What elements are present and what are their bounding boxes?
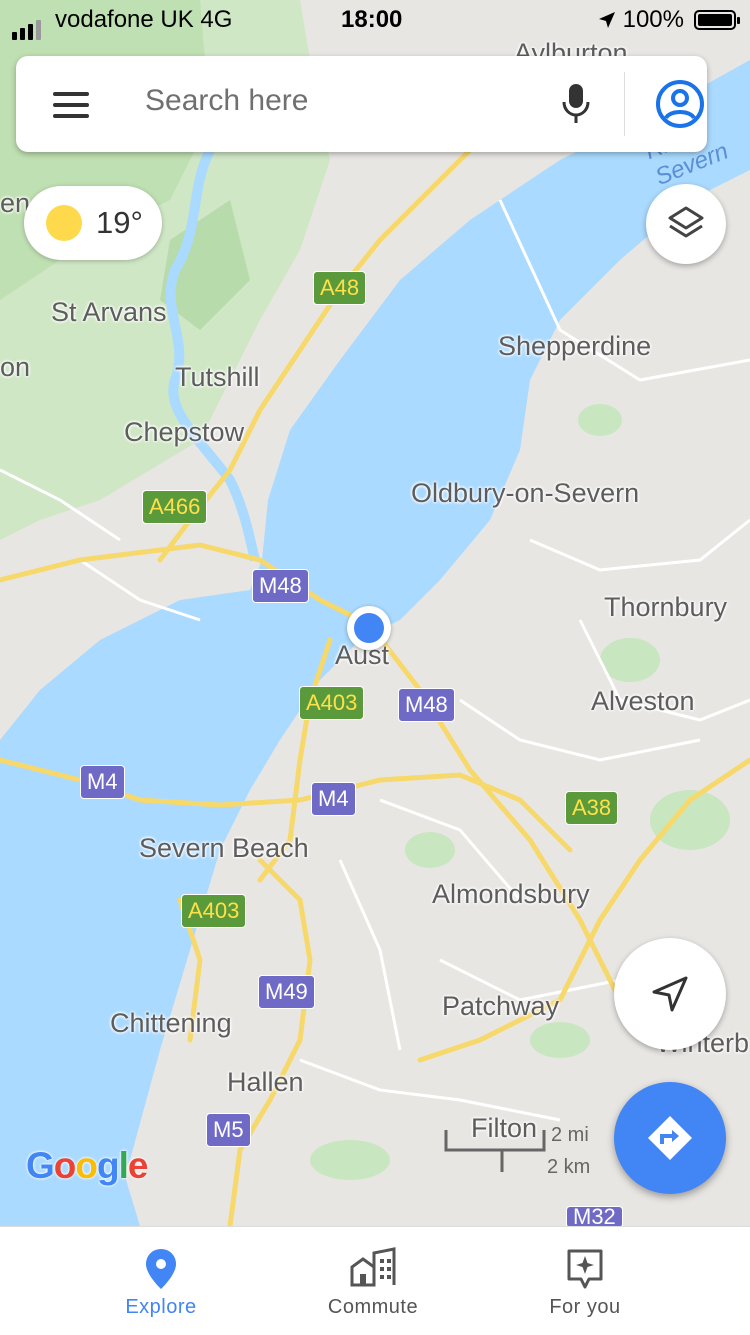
place-label: Oldbury-on-Severn <box>411 478 640 508</box>
nav-label: Explore <box>125 1296 197 1318</box>
road-shield: M4 <box>311 782 356 816</box>
battery-icon <box>694 10 740 30</box>
road-shield: A403 <box>299 686 365 720</box>
place-label: Almondsbury <box>432 879 590 909</box>
place-label: Chepstow <box>124 417 245 447</box>
carrier-label: vodafone UK 4G <box>55 6 233 33</box>
road-shield: M48 <box>398 688 455 722</box>
search-bar[interactable] <box>16 56 707 152</box>
hamburger-menu-icon[interactable] <box>53 92 89 118</box>
google-logo: Google <box>26 1145 148 1186</box>
directions-button[interactable] <box>614 1082 726 1194</box>
place-label: St Arvans <box>51 297 167 327</box>
nav-label: For you <box>549 1296 621 1318</box>
road-shield: A403 <box>181 894 247 928</box>
microphone-icon[interactable] <box>560 82 592 126</box>
account-circle-icon[interactable] <box>654 78 706 130</box>
search-divider <box>624 72 625 136</box>
road-shield: M4 <box>80 765 125 799</box>
location-services-icon <box>599 12 615 28</box>
temperature: 19° <box>96 205 143 240</box>
search-input[interactable] <box>145 84 525 118</box>
sun-icon <box>46 205 82 241</box>
signal-icon <box>12 12 44 40</box>
sparkle-card-icon <box>567 1249 603 1289</box>
current-location-dot <box>347 606 391 650</box>
place-label: Hallen <box>227 1067 304 1097</box>
nav-commute[interactable]: Commute <box>273 1227 473 1335</box>
road-shield: A48 <box>313 271 367 305</box>
road-shield: M49 <box>258 975 315 1009</box>
place-label: Tutshill <box>175 362 260 392</box>
road-shield: M5 <box>206 1113 251 1147</box>
place-label: Shepperdine <box>498 331 652 361</box>
bottom-nav: Explore Commute For you <box>0 1226 750 1335</box>
place-label: Severn Beach <box>139 833 309 863</box>
place-label: Chittening <box>110 1008 232 1038</box>
place-label: on <box>0 352 31 382</box>
scale-km: 2 km <box>547 1156 591 1178</box>
nav-explore[interactable]: Explore <box>61 1227 261 1335</box>
battery-percent: 100% <box>622 6 684 33</box>
commute-buildings-icon <box>350 1247 396 1287</box>
weather-chip[interactable]: 19° <box>24 186 162 260</box>
clock: 18:00 <box>341 6 403 33</box>
nav-for-you[interactable]: For you <box>485 1227 685 1335</box>
place-label: Patchway <box>442 991 560 1021</box>
layers-icon <box>668 206 704 238</box>
road-shield: A38 <box>565 791 619 825</box>
scale-miles: 2 mi <box>551 1124 589 1146</box>
road-shield: A466 <box>142 490 208 524</box>
status-bar: vodafone UK 4G 18:00 100% <box>0 0 750 40</box>
place-label: Thornbury <box>604 592 728 622</box>
layers-button[interactable] <box>646 184 726 264</box>
directions-icon <box>648 1116 692 1160</box>
map-scale: 2 mi 2 km <box>444 1120 604 1180</box>
navigation-arrow-icon <box>652 976 688 1012</box>
place-label: Alveston <box>591 686 695 716</box>
road-shield: M48 <box>252 569 309 603</box>
nav-label: Commute <box>327 1296 419 1318</box>
location-pin-icon <box>146 1249 176 1289</box>
road-shield: M32 <box>566 1206 623 1228</box>
my-location-button[interactable] <box>614 938 726 1050</box>
